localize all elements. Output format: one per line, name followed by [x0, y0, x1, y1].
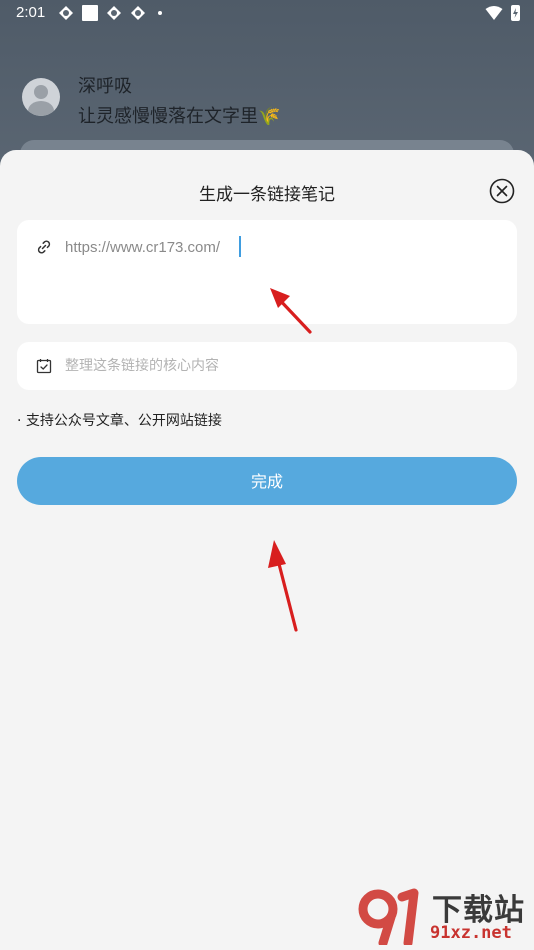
- watermark-url: 91xz.net: [430, 923, 512, 943]
- battery-charging-icon: [511, 5, 520, 21]
- status-bar: 2:01: [0, 0, 534, 28]
- supported-links-hint: · 支持公众号文章、公开网站链接: [17, 413, 222, 429]
- note-input[interactable]: [65, 354, 495, 378]
- annotation-arrow-to-url: [270, 288, 312, 334]
- watermark-logo: [358, 888, 419, 945]
- note-field-container[interactable]: [17, 342, 517, 390]
- text-cursor: [239, 236, 241, 257]
- sync-icon: [107, 6, 121, 20]
- annotation-arrow-to-done: [268, 540, 298, 632]
- square-icon: [82, 5, 98, 21]
- url-input[interactable]: [65, 234, 495, 260]
- link-icon: [37, 240, 51, 254]
- profile-name: 深呼吸: [78, 76, 132, 97]
- site-watermark: 下载站 91xz.net: [358, 885, 530, 947]
- sheet-title: 生成一条链接笔记: [199, 185, 335, 205]
- avatar[interactable]: [22, 78, 60, 116]
- close-icon[interactable]: [489, 178, 515, 204]
- status-right-icons: [485, 5, 520, 21]
- profile-header: 深呼吸 让灵感慢慢落在文字里🌾: [22, 70, 502, 130]
- sync-icon: [59, 6, 73, 20]
- done-button[interactable]: 完成: [17, 457, 517, 505]
- sync-icon: [131, 6, 145, 20]
- status-time: 2:01: [16, 4, 46, 21]
- calendar-check-icon: [36, 359, 52, 374]
- dot-icon: [158, 11, 162, 15]
- status-left-icons: [58, 5, 162, 21]
- profile-bio: 让灵感慢慢落在文字里🌾: [78, 106, 281, 127]
- wifi-icon: [485, 6, 503, 20]
